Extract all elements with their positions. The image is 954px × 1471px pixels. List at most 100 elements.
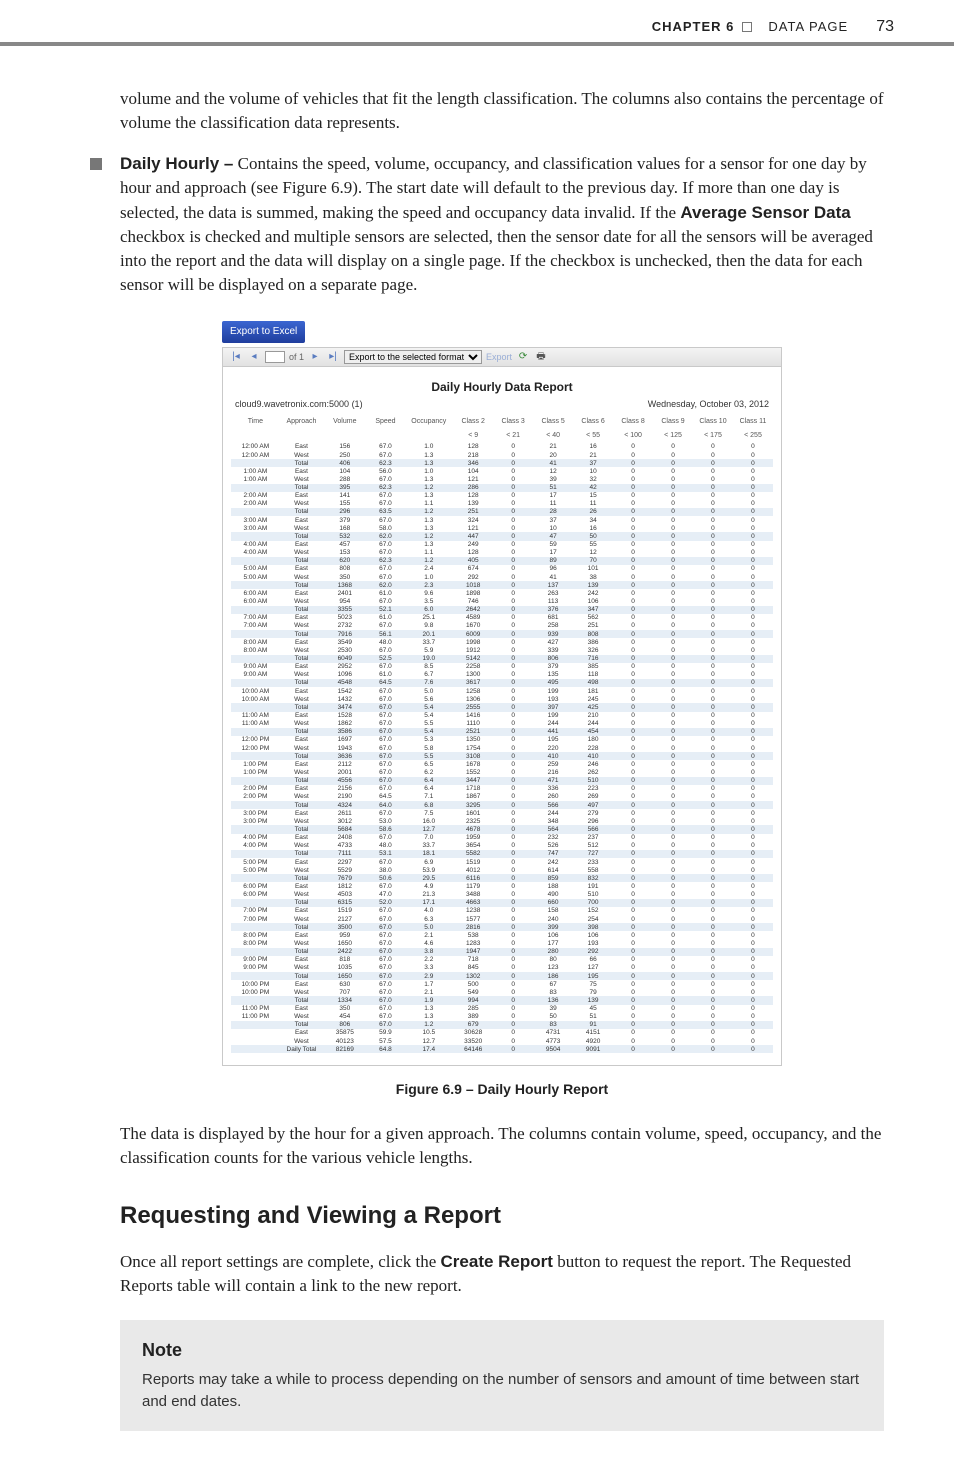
table-cell: 4556 <box>323 777 366 785</box>
table-cell: Total <box>280 484 323 492</box>
prev-page-icon[interactable]: ◂ <box>247 350 261 364</box>
table-cell: 193 <box>573 939 613 947</box>
table-cell: 0 <box>653 573 693 581</box>
table-cell: 0 <box>613 988 653 996</box>
table-cell: 0 <box>733 891 773 899</box>
table-cell: 500 <box>453 980 493 988</box>
table-cell: 700 <box>573 899 613 907</box>
table-cell: 0 <box>693 532 733 540</box>
table-cell: 0 <box>653 809 693 817</box>
table-cell: 0 <box>693 768 733 776</box>
print-icon[interactable]: 🖶 <box>534 350 548 364</box>
table-cell: 0 <box>733 581 773 589</box>
table-cell: 347 <box>573 606 613 614</box>
table-cell: 0 <box>613 443 653 451</box>
table-cell: 220 <box>533 744 573 752</box>
table-cell: 1.2 <box>404 532 453 540</box>
table-cell: 0 <box>733 557 773 565</box>
table-cell: 1528 <box>323 712 366 720</box>
table-cell: 67.0 <box>366 996 404 1004</box>
table-cell: 0 <box>613 508 653 516</box>
table-cell: 195 <box>533 736 573 744</box>
table-cell: 193 <box>533 695 573 703</box>
table-cell: 0 <box>693 728 733 736</box>
table-cell: 181 <box>573 687 613 695</box>
table-cell: West <box>280 549 323 557</box>
create-report-bold: Create Report <box>441 1252 553 1271</box>
table-cell: 7.6 <box>404 679 453 687</box>
table-cell: 29.5 <box>404 874 453 882</box>
table-row: Total432464.06.8329505664970000 <box>231 801 773 809</box>
table-cell: 67.0 <box>366 964 404 972</box>
table-cell: 37 <box>573 459 613 467</box>
table-row: 1:00 AMWest28867.01.3121039320000 <box>231 475 773 483</box>
table-row: 9:00 AMWest109661.06.7130001351180000 <box>231 671 773 679</box>
table-cell: 0 <box>733 508 773 516</box>
table-cell: 199 <box>533 687 573 695</box>
table-cell: 1179 <box>453 882 493 890</box>
table-cell: 5:00 PM <box>231 858 280 866</box>
table-cell: 75 <box>573 980 613 988</box>
table-cell: 2:00 PM <box>231 793 280 801</box>
table-row: Total711153.118.1558207477270000 <box>231 850 773 858</box>
table-cell: 7.0 <box>404 834 453 842</box>
table-cell: 0 <box>493 777 533 785</box>
table-cell: 9.8 <box>404 622 453 630</box>
table-cell: 0 <box>493 964 533 972</box>
table-cell: 6.3 <box>404 915 453 923</box>
table-cell: 0 <box>693 817 733 825</box>
export-format-select[interactable]: Export to the selected format <box>344 350 482 364</box>
table-cell: 91 <box>573 1021 613 1029</box>
page-number: 73 <box>876 18 894 35</box>
table-cell: 64146 <box>453 1045 493 1053</box>
table-row: Total604952.519.0514208067160000 <box>231 655 773 663</box>
report-date: Wednesday, October 03, 2012 <box>648 398 769 411</box>
table-cell: 0 <box>733 532 773 540</box>
page-input[interactable] <box>265 351 285 363</box>
table-cell: West <box>280 720 323 728</box>
table-cell: 471 <box>533 777 573 785</box>
table-cell: 0 <box>493 646 533 654</box>
table-cell: 0 <box>613 646 653 654</box>
last-page-icon[interactable]: ▸| <box>326 350 340 364</box>
table-cell: 0 <box>613 752 653 760</box>
table-cell <box>231 630 280 638</box>
section-text-a: Once all report settings are complete, c… <box>120 1252 441 1271</box>
table-cell: 954 <box>323 598 366 606</box>
table-cell: 67.0 <box>366 1005 404 1013</box>
table-cell: 67.0 <box>366 598 404 606</box>
table-cell: 5529 <box>323 866 366 874</box>
table-cell: 495 <box>533 679 573 687</box>
table-cell: 0 <box>653 996 693 1004</box>
table-cell: 0 <box>613 964 653 972</box>
table-cell: 0 <box>613 484 653 492</box>
table-cell: 0 <box>733 948 773 956</box>
table-cell: West <box>280 964 323 972</box>
table-cell: 0 <box>693 524 733 532</box>
table-cell: 0 <box>653 581 693 589</box>
table-cell: 0 <box>693 606 733 614</box>
table-cell: West <box>280 573 323 581</box>
refresh-icon[interactable]: ⟳ <box>516 350 530 364</box>
table-cell: West <box>280 891 323 899</box>
table-cell: 67.0 <box>366 565 404 573</box>
first-page-icon[interactable]: |◂ <box>229 350 243 364</box>
next-page-icon[interactable]: ▸ <box>308 350 322 364</box>
table-cell: 5.5 <box>404 752 453 760</box>
table-cell: 0 <box>613 655 653 663</box>
table-cell: 0 <box>653 874 693 882</box>
table-cell: 0 <box>693 475 733 483</box>
table-cell: 61.0 <box>366 614 404 622</box>
table-cell: 67.0 <box>366 492 404 500</box>
export-to-excel-button[interactable]: Export to Excel <box>222 321 305 343</box>
table-cell: 0 <box>693 443 733 451</box>
export-link[interactable]: Export <box>486 351 512 364</box>
table-cell: 3549 <box>323 638 366 646</box>
table-cell <box>231 899 280 907</box>
table-cell: Total <box>280 459 323 467</box>
table-cell: 0 <box>493 500 533 508</box>
table-cell: 296 <box>323 508 366 516</box>
table-cell: 10 <box>533 524 573 532</box>
table-cell: 3:00 AM <box>231 516 280 524</box>
table-cell: 0 <box>613 1045 653 1053</box>
